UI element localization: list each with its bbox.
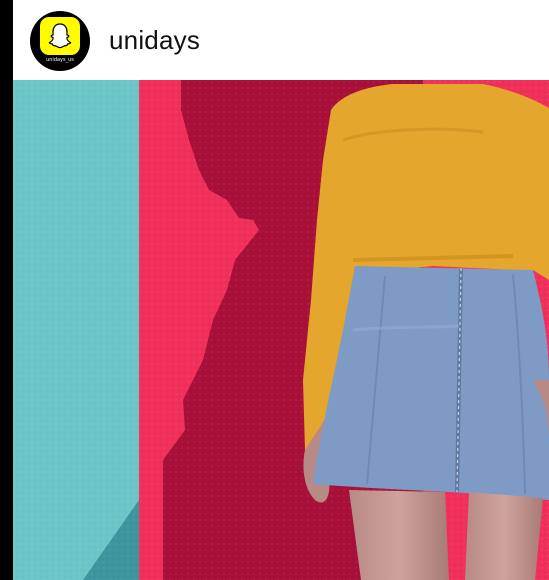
- profile-avatar[interactable]: unidays_us: [30, 11, 90, 71]
- snapchat-badge: [40, 17, 80, 55]
- post-frame: unidays_us unidays: [0, 0, 549, 580]
- post-header: unidays_us unidays: [13, 0, 549, 80]
- snapchat-ghost-icon: [48, 23, 72, 49]
- legs: [349, 490, 449, 580]
- post-photo[interactable]: [13, 80, 549, 580]
- left-border: [0, 0, 13, 580]
- photo-illustration: [13, 80, 549, 580]
- avatar-caption: unidays_us: [46, 57, 74, 63]
- username-label[interactable]: unidays: [109, 24, 200, 56]
